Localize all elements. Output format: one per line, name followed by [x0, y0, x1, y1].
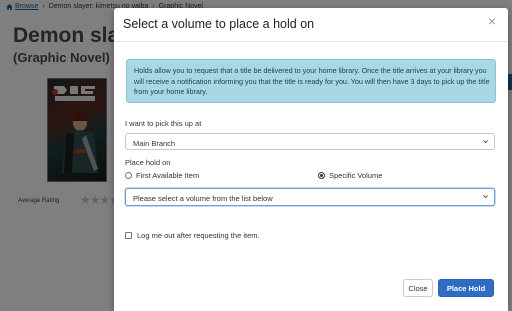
chevron-down-icon: [483, 140, 488, 144]
pickup-location-label: I want to pick this up at: [125, 119, 202, 128]
radio-specific-volume[interactable]: Specific Volume: [318, 171, 382, 180]
close-icon[interactable]: ×: [488, 14, 496, 28]
place-hold-on-label: Place hold on: [125, 158, 171, 167]
dialog-header: Select a volume to place a hold on ×: [114, 8, 508, 42]
pickup-location-select[interactable]: Main Branch: [125, 133, 495, 150]
radio-first-available-label: First Available Item: [136, 171, 200, 180]
info-text: Holds allow you to request that a title …: [134, 66, 490, 96]
dialog-title: Select a volume to place a hold on: [123, 17, 315, 31]
logout-checkbox-row[interactable]: Log me out after requesting the item.: [125, 231, 260, 240]
logout-checkbox[interactable]: [125, 232, 132, 239]
radio-specific-volume-label: Specific Volume: [329, 171, 383, 180]
place-hold-dialog: Select a volume to place a hold on × Hol…: [114, 8, 508, 311]
place-hold-button[interactable]: Place Hold: [438, 279, 494, 297]
radio-first-available[interactable]: First Available Item: [125, 171, 199, 180]
volume-select[interactable]: Please select a volume from the list bel…: [125, 188, 495, 206]
radio-button-selected[interactable]: [318, 172, 325, 179]
radio-button[interactable]: [125, 172, 132, 179]
chevron-down-icon: [483, 195, 488, 199]
pickup-location-value: Main Branch: [133, 139, 176, 148]
close-button[interactable]: Close: [403, 279, 433, 297]
info-alert: Holds allow you to request that a title …: [126, 59, 496, 103]
volume-select-placeholder: Please select a volume from the list bel…: [133, 194, 273, 203]
logout-checkbox-label: Log me out after requesting the item.: [137, 231, 260, 240]
